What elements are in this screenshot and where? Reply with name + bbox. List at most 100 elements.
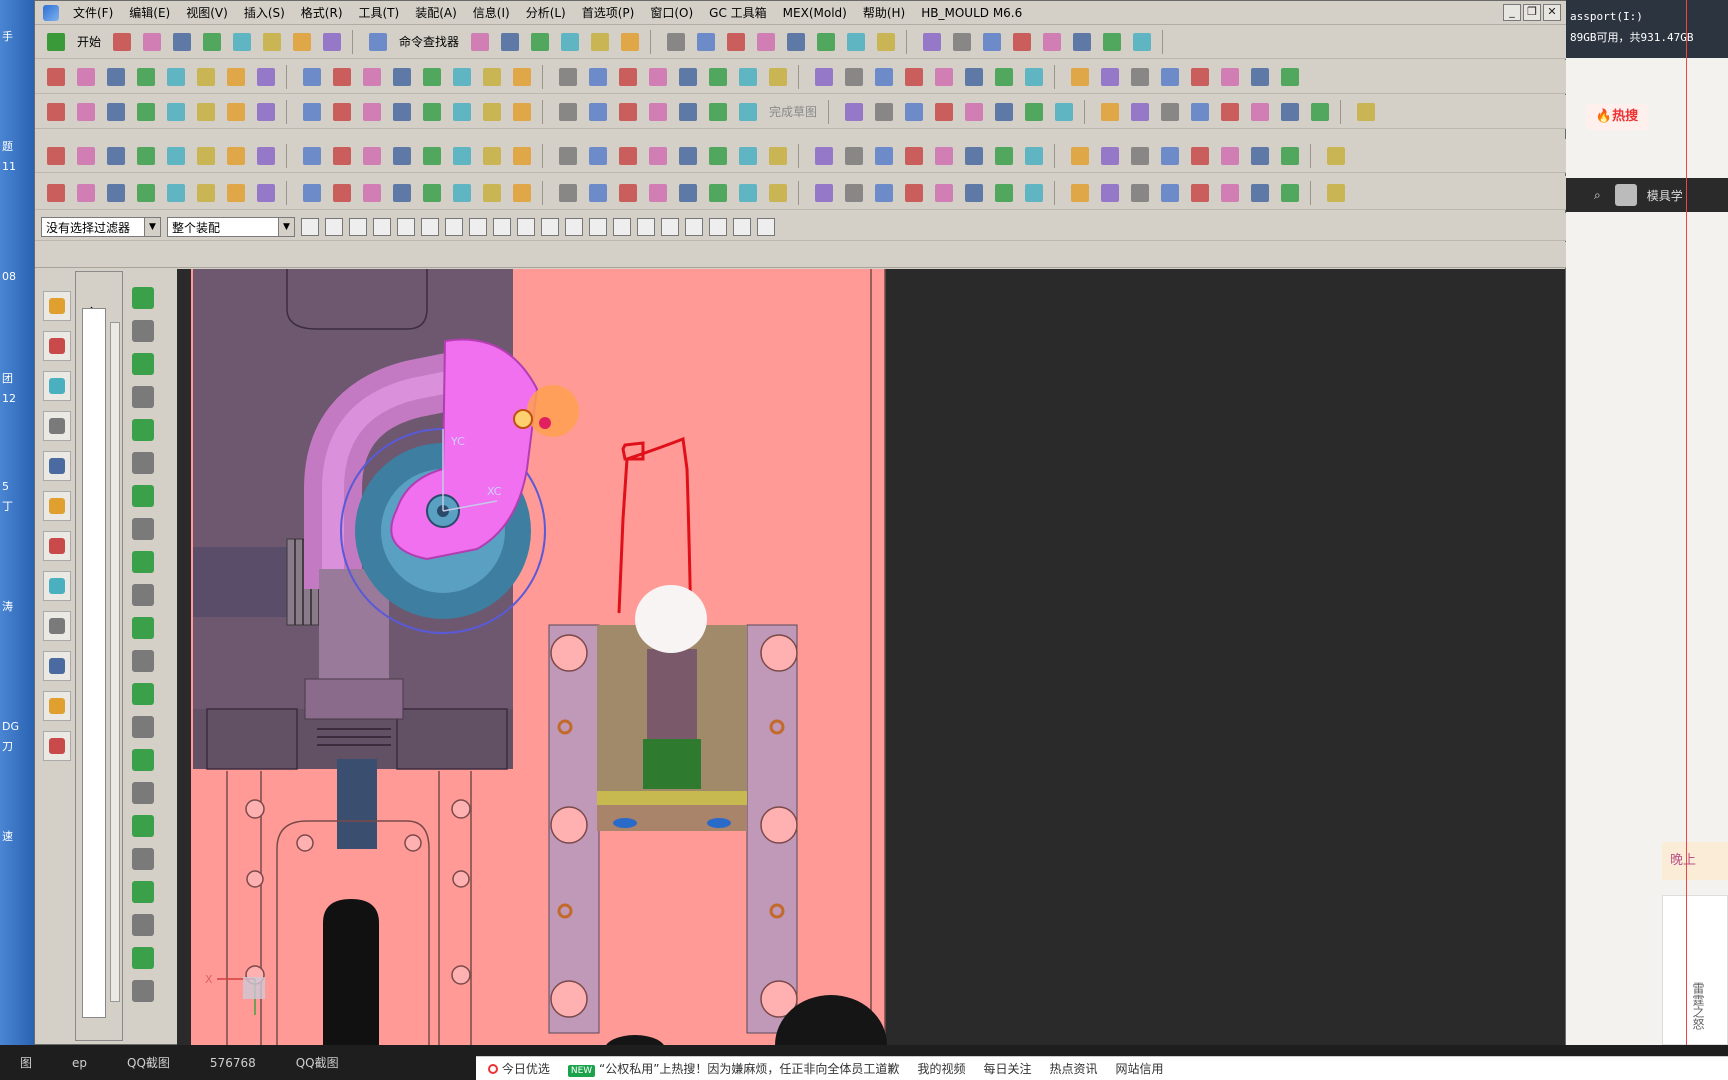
toolbar-tool-icon[interactable] xyxy=(389,143,415,169)
toolbar-tool-icon[interactable] xyxy=(961,180,987,206)
toolbar-tool-icon[interactable] xyxy=(359,180,385,206)
graphics-viewport[interactable]: YC XC X xyxy=(177,269,1565,1045)
toolbar-tool-icon[interactable] xyxy=(253,64,279,90)
resource-tab-icon[interactable] xyxy=(43,731,71,761)
toolbar-tool-icon[interactable] xyxy=(1051,99,1077,125)
toolbar-tool-icon[interactable] xyxy=(557,29,583,55)
toolbar-tool-icon[interactable] xyxy=(73,64,99,90)
toolbar-tool-icon[interactable] xyxy=(555,99,581,125)
command-finder-button[interactable]: 命令查找器 xyxy=(395,33,463,50)
toolbar-tool-icon[interactable] xyxy=(1217,143,1243,169)
toolbar-tool-icon[interactable] xyxy=(133,180,159,206)
toolbar-tool-icon[interactable] xyxy=(555,180,581,206)
menu-gc-toolbox[interactable]: GC 工具箱 xyxy=(701,2,775,24)
vertical-tool-icon[interactable] xyxy=(132,518,154,540)
resource-tab-icon[interactable] xyxy=(43,571,71,601)
toolbar-tool-icon[interactable] xyxy=(617,29,643,55)
toolbar-tool-icon[interactable] xyxy=(1021,64,1047,90)
toolbar-tool-icon[interactable] xyxy=(813,29,839,55)
toolbar-tool-icon[interactable] xyxy=(449,64,475,90)
toolbar-tool-icon[interactable] xyxy=(509,64,535,90)
vertical-tool-icon[interactable] xyxy=(132,353,154,375)
menu-window[interactable]: 窗口(O) xyxy=(642,2,701,24)
toolbar-tool-icon[interactable] xyxy=(1187,180,1213,206)
toolbar-tool-icon[interactable] xyxy=(735,143,761,169)
toolbar-tool-icon[interactable] xyxy=(811,180,837,206)
toolbar-tool-icon[interactable] xyxy=(253,99,279,125)
toolbar-tool-icon[interactable] xyxy=(253,180,279,206)
toolbar-tool-icon[interactable] xyxy=(169,29,195,55)
vertical-tool-icon[interactable] xyxy=(132,716,154,738)
toolbar-tool-icon[interactable] xyxy=(133,64,159,90)
toolbar-tool-icon[interactable] xyxy=(223,99,249,125)
toolbar-tool-icon[interactable] xyxy=(675,64,701,90)
toolbar-tool-icon[interactable] xyxy=(103,143,129,169)
toolbar-tool-icon[interactable] xyxy=(693,29,719,55)
menu-assembly[interactable]: 装配(A) xyxy=(407,2,465,24)
toolbar-tool-icon[interactable] xyxy=(139,29,165,55)
toolbar-tool-icon[interactable] xyxy=(979,29,1005,55)
vertical-tool-icon[interactable] xyxy=(132,782,154,804)
toolbar-tool-icon[interactable] xyxy=(43,180,69,206)
vertical-tool-icon[interactable] xyxy=(132,551,154,573)
toolbar-tool-icon[interactable] xyxy=(1099,29,1125,55)
taskbar-item[interactable]: ep xyxy=(72,1056,87,1070)
toolbar-tool-icon[interactable] xyxy=(961,99,987,125)
toolbar-tool-icon[interactable] xyxy=(1129,29,1155,55)
toolbar-tool-icon[interactable] xyxy=(663,29,689,55)
toolbar-tool-icon[interactable] xyxy=(223,180,249,206)
toolbar-tool-icon[interactable] xyxy=(1187,64,1213,90)
toolbar-tool-icon[interactable] xyxy=(319,29,345,55)
toolbar-tool-icon[interactable] xyxy=(389,180,415,206)
toolbar-tool-icon[interactable] xyxy=(73,143,99,169)
vertical-tool-icon[interactable] xyxy=(132,320,154,342)
toolbar-tool-icon[interactable] xyxy=(555,143,581,169)
model-view[interactable]: YC XC X xyxy=(177,269,1565,1045)
menu-file[interactable]: 文件(F) xyxy=(65,2,121,24)
toolbar-tool-icon[interactable] xyxy=(467,29,493,55)
toolbar-tool-icon[interactable] xyxy=(299,64,325,90)
toolbar-tool-icon[interactable] xyxy=(871,99,897,125)
menu-format[interactable]: 格式(R) xyxy=(293,2,351,24)
toolbar-tool-icon[interactable] xyxy=(841,99,867,125)
toolbar-tool-icon[interactable] xyxy=(449,99,475,125)
snap-icon[interactable] xyxy=(349,217,367,236)
toolbar-tool-icon[interactable] xyxy=(133,99,159,125)
toolbar-tool-icon[interactable] xyxy=(193,143,219,169)
toolbar-tool-icon[interactable] xyxy=(223,143,249,169)
toolbar-tool-icon[interactable] xyxy=(389,99,415,125)
toolbar-tool-icon[interactable] xyxy=(765,143,791,169)
toolbar-tool-icon[interactable] xyxy=(1217,180,1243,206)
snap-icon[interactable] xyxy=(757,217,775,236)
search-bar[interactable]: ⌕ 模具学 xyxy=(1566,178,1728,212)
assembly-scope-select[interactable]: 整个装配 ▼ xyxy=(167,216,295,237)
start-icon[interactable] xyxy=(43,29,69,55)
toolbar-tool-icon[interactable] xyxy=(1307,99,1333,125)
toolbar-tool-icon[interactable] xyxy=(843,29,869,55)
toolbar-tool-icon[interactable] xyxy=(645,180,671,206)
toolbar-tool-icon[interactable] xyxy=(1069,29,1095,55)
vertical-tool-icon[interactable] xyxy=(132,683,154,705)
toolbar-tool-icon[interactable] xyxy=(675,143,701,169)
toolbar-tool-icon[interactable] xyxy=(449,180,475,206)
toolbar-tool-icon[interactable] xyxy=(419,143,445,169)
toolbar-tool-icon[interactable] xyxy=(1067,64,1093,90)
toolbar-tool-icon[interactable] xyxy=(1217,99,1243,125)
snap-icon[interactable] xyxy=(709,217,727,236)
toolbar-tool-icon[interactable] xyxy=(705,99,731,125)
finish-sketch-button[interactable]: 完成草图 xyxy=(765,103,821,120)
toolbar-tool-icon[interactable] xyxy=(871,180,897,206)
vertical-tool-icon[interactable] xyxy=(132,584,154,606)
toolbar-tool-icon[interactable] xyxy=(199,29,225,55)
snap-icon[interactable] xyxy=(517,217,535,236)
toolbar-tool-icon[interactable] xyxy=(359,143,385,169)
toolbar-tool-icon[interactable] xyxy=(43,143,69,169)
resource-tab-icon[interactable] xyxy=(43,691,71,721)
toolbar-tool-icon[interactable] xyxy=(73,99,99,125)
toolbar-tool-icon[interactable] xyxy=(645,64,671,90)
toolbar-tool-icon[interactable] xyxy=(1323,143,1349,169)
resource-tab-icon[interactable] xyxy=(43,651,71,681)
toolbar-tool-icon[interactable] xyxy=(753,29,779,55)
vertical-tool-icon[interactable] xyxy=(132,914,154,936)
toolbar-tool-icon[interactable] xyxy=(1247,143,1273,169)
